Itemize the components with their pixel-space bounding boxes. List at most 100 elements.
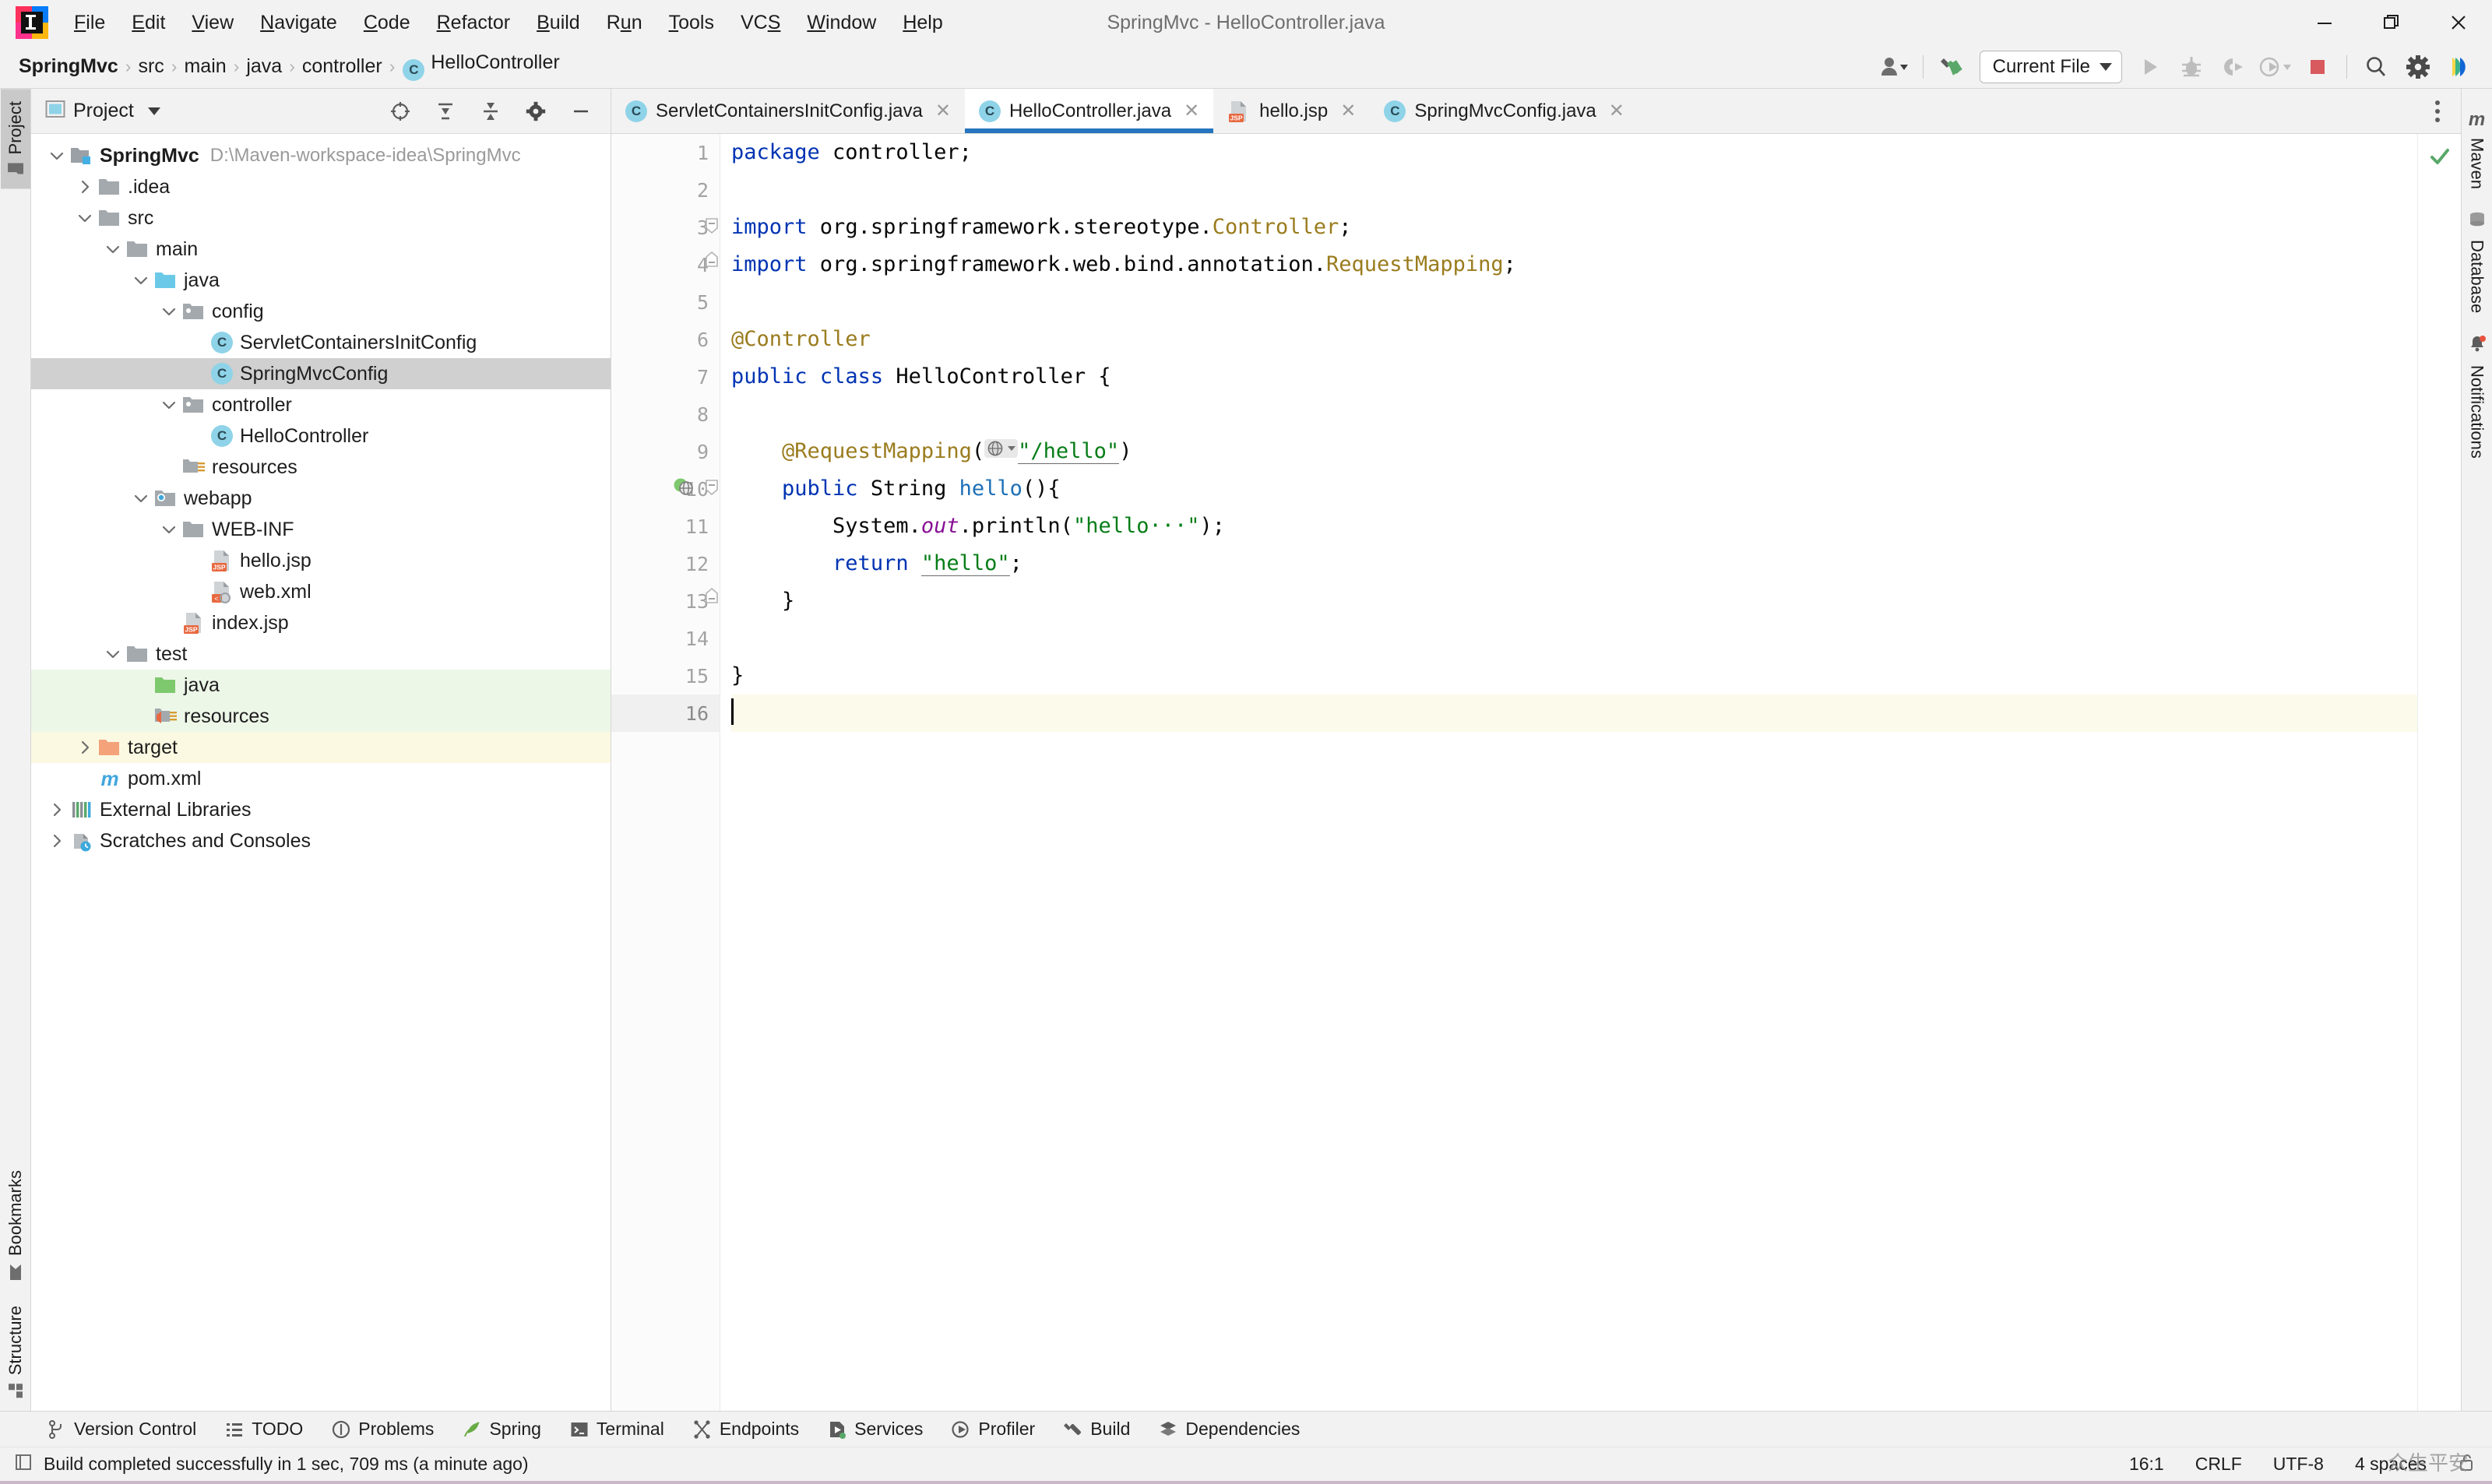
gutter-line-3[interactable]: 3: [611, 209, 720, 246]
tool-window-button-problems[interactable]: Problems: [317, 1415, 448, 1443]
editor-tab-springmvcconfig-java[interactable]: C SpringMvcConfig.java ✕: [1370, 89, 1638, 133]
code-line-4[interactable]: import org.springframework.web.bind.anno…: [731, 246, 2417, 283]
tool-window-button-version-control[interactable]: Version Control: [33, 1415, 210, 1443]
tree-node-main[interactable]: main: [31, 234, 611, 265]
code-line-9[interactable]: @RequestMapping("/hello"): [731, 433, 2417, 470]
chevron-down-icon[interactable]: [101, 638, 125, 670]
menu-item-run[interactable]: Run: [593, 7, 656, 39]
caret-position[interactable]: 16:1: [2129, 1454, 2164, 1475]
inspection-marker-gutter[interactable]: [2417, 134, 2461, 1411]
tree-node-controller[interactable]: controller: [31, 389, 611, 420]
code-line-6[interactable]: @Controller: [731, 321, 2417, 358]
tool-window-button-terminal[interactable]: Terminal: [555, 1415, 678, 1443]
more-vertical-icon[interactable]: [2414, 89, 2461, 133]
chevron-down-icon[interactable]: [147, 107, 160, 115]
gutter-line-14[interactable]: 14: [611, 620, 720, 657]
close-icon[interactable]: ✕: [1340, 100, 1356, 122]
tree-node-pom-xml[interactable]: m pom.xml: [31, 763, 611, 794]
gear-icon[interactable]: [2397, 47, 2439, 87]
code-pane[interactable]: package controller; import org.springfra…: [720, 134, 2417, 1411]
tool-window-button-dependencies[interactable]: Dependencies: [1144, 1415, 1314, 1443]
project-tree[interactable]: SpringMvc D:\Maven-workspace-idea\SpringM…: [31, 134, 611, 1411]
menu-item-edit[interactable]: Edit: [118, 7, 178, 39]
tree-node-external-libraries[interactable]: External Libraries: [31, 794, 611, 825]
tree-node-servletcontainersinitconfig[interactable]: C ServletContainersInitConfig: [31, 327, 611, 358]
breadcrumb-item-main[interactable]: main: [179, 54, 231, 79]
tree-node-java[interactable]: java: [31, 265, 611, 296]
restore-button[interactable]: [2358, 0, 2425, 45]
tree-node-config[interactable]: config: [31, 296, 611, 327]
fold-region-start-icon[interactable]: [703, 475, 720, 503]
gutter-line-15[interactable]: 15: [611, 657, 720, 695]
breadcrumb-item-class[interactable]: C HelloController: [397, 50, 564, 83]
sidebar-item-structure[interactable]: Structure: [1, 1293, 30, 1411]
code-line-1[interactable]: package controller;: [731, 134, 2417, 171]
breadcrumb-item-controller[interactable]: controller: [297, 54, 387, 79]
indent-setting[interactable]: 4 spaces: [2355, 1454, 2427, 1475]
chevron-down-icon[interactable]: [129, 265, 153, 296]
fold-region-start-icon[interactable]: [703, 213, 720, 241]
tree-node-hello-jsp[interactable]: JSP hello.jsp: [31, 545, 611, 576]
gutter-line-7[interactable]: 7: [611, 358, 720, 396]
tree-node-resources[interactable]: resources: [31, 452, 611, 483]
ai-assistant-icon[interactable]: [2439, 47, 2481, 87]
code-line-2[interactable]: [731, 171, 2417, 209]
chevron-down-icon[interactable]: [157, 389, 181, 420]
tree-node-web-inf[interactable]: WEB-INF: [31, 514, 611, 545]
profiler-icon[interactable]: [2254, 47, 2297, 87]
close-icon[interactable]: ✕: [1184, 100, 1199, 122]
sidebar-item-maven[interactable]: m Maven: [2462, 98, 2492, 200]
hide-icon[interactable]: [562, 93, 600, 129]
search-icon[interactable]: [2355, 47, 2397, 87]
gutter-line-8[interactable]: 8: [611, 396, 720, 433]
gear-icon[interactable]: [517, 93, 554, 129]
code-line-5[interactable]: [731, 283, 2417, 321]
gutter-line-4[interactable]: 4: [611, 246, 720, 283]
menu-item-help[interactable]: Help: [889, 7, 956, 39]
tree-node-springmvcconfig[interactable]: C SpringMvcConfig: [31, 358, 611, 389]
menu-item-window[interactable]: Window: [794, 7, 889, 39]
chevron-down-icon[interactable]: [157, 514, 181, 545]
tree-node-webapp[interactable]: webapp: [31, 483, 611, 514]
code-line-11[interactable]: System.out.println("hello···");: [731, 508, 2417, 545]
editor-tab-hellocontroller-java[interactable]: C HelloController.java ✕: [964, 89, 1214, 133]
tree-node-idea[interactable]: .idea: [31, 171, 611, 202]
code-editor[interactable]: 1 2 3 4 5 6 7 8 9 10 11 12 13 14 15 16 package controll…: [611, 134, 2461, 1411]
code-line-16[interactable]: [731, 695, 2417, 732]
code-line-15[interactable]: }: [731, 657, 2417, 695]
debug-icon[interactable]: [2170, 47, 2212, 87]
menu-item-tools[interactable]: Tools: [656, 7, 727, 39]
run-icon[interactable]: [2128, 47, 2170, 87]
sidebar-item-notifications[interactable]: Notifications: [2462, 324, 2492, 469]
editor-gutter[interactable]: 1 2 3 4 5 6 7 8 9 10 11 12 13 14 15 16: [611, 134, 720, 1411]
chevron-right-icon[interactable]: [45, 794, 69, 825]
gutter-line-12[interactable]: 12: [611, 545, 720, 582]
fold-region-end-icon[interactable]: [703, 251, 720, 279]
chevron-down-icon[interactable]: [45, 140, 69, 171]
code-line-3[interactable]: import org.springframework.stereotype.Co…: [731, 209, 2417, 246]
menu-item-build[interactable]: Build: [523, 7, 593, 39]
chevron-right-icon[interactable]: [73, 732, 97, 763]
tree-node-resources[interactable]: resources: [31, 701, 611, 732]
sidebar-item-project[interactable]: Project: [0, 89, 30, 189]
breadcrumb-item-java[interactable]: java: [241, 54, 287, 79]
tool-window-button-endpoints[interactable]: Endpoints: [678, 1415, 813, 1443]
tool-window-button-spring[interactable]: Spring: [448, 1415, 554, 1443]
user-icon[interactable]: [1873, 47, 1915, 87]
gutter-line-9[interactable]: 9: [611, 433, 720, 470]
code-line-14[interactable]: [731, 620, 2417, 657]
gutter-line-16[interactable]: 16: [611, 695, 720, 732]
close-icon[interactable]: ✕: [1609, 100, 1624, 122]
stop-icon[interactable]: [2297, 47, 2339, 87]
menu-item-file[interactable]: File: [61, 7, 118, 39]
tree-node-web-xml[interactable]: < web.xml: [31, 576, 611, 607]
chevron-right-icon[interactable]: [45, 825, 69, 856]
tree-node-index-jsp[interactable]: JSP index.jsp: [31, 607, 611, 638]
gutter-line-11[interactable]: 11: [611, 508, 720, 545]
tree-node-scratches-and-consoles[interactable]: Scratches and Consoles: [31, 825, 611, 856]
breadcrumb-item-src[interactable]: src: [133, 54, 168, 79]
gutter-line-2[interactable]: 2: [611, 171, 720, 209]
tree-node-hellocontroller[interactable]: C HelloController: [31, 420, 611, 452]
menu-item-vcs[interactable]: VCS: [727, 7, 794, 39]
editor-tab-hello-jsp[interactable]: JSP hello.jsp ✕: [1213, 89, 1370, 133]
